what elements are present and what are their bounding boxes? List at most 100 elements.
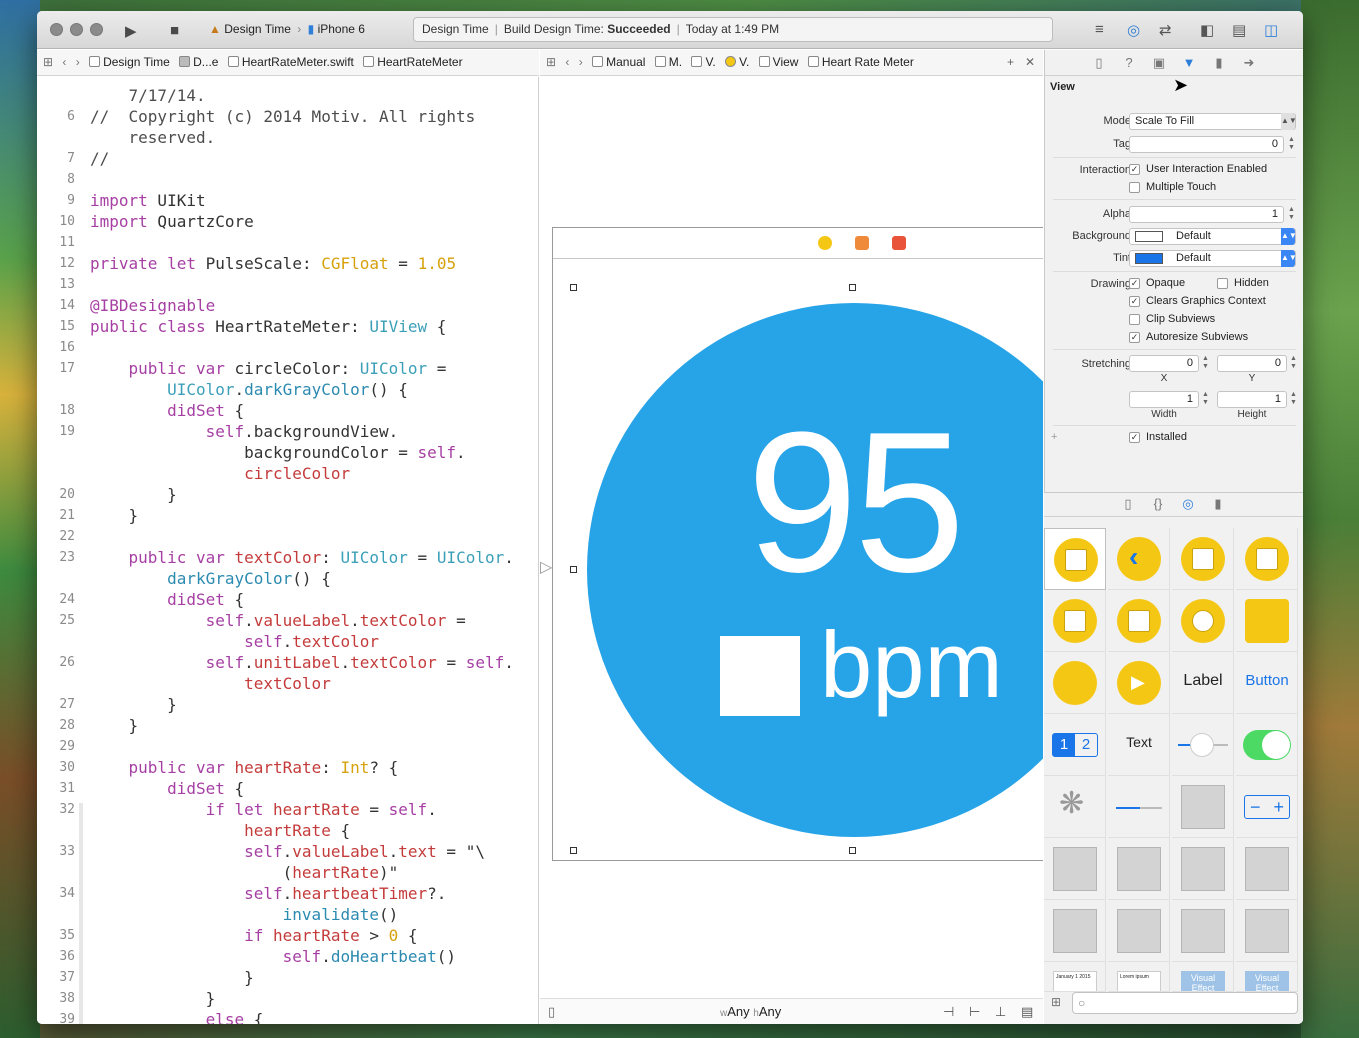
code-line[interactable]: self.textColor bbox=[37, 631, 537, 652]
clip-subviews-checkbox[interactable] bbox=[1129, 314, 1140, 325]
stretch-x-field[interactable]: 0 bbox=[1129, 355, 1199, 372]
table-view-controller-object[interactable] bbox=[1172, 528, 1234, 590]
code-line[interactable]: 6 // Copyright (c) 2014 Motiv. All rights bbox=[37, 106, 537, 127]
resolve-issues-icon[interactable]: ⊥ bbox=[995, 999, 1006, 1024]
activity-indicator-object[interactable]: ❋ bbox=[1044, 776, 1106, 838]
object-object[interactable] bbox=[1236, 590, 1298, 652]
code-line[interactable]: 30 public var heartRate: Int? { bbox=[37, 757, 537, 778]
code-snippet-icon[interactable]: {} bbox=[1150, 496, 1166, 512]
visual-effect-vibrancy-object[interactable]: Visual Effect bbox=[1236, 962, 1298, 992]
resizing-behavior-icon[interactable]: ▤ bbox=[1021, 999, 1033, 1024]
code-line[interactable]: 17 public var circleColor: UIColor = bbox=[37, 358, 537, 379]
code-line[interactable]: 7 // bbox=[37, 148, 537, 169]
code-line[interactable]: 10 import QuartzCore bbox=[37, 211, 537, 232]
stepper-object[interactable]: − + bbox=[1236, 776, 1298, 838]
utilities-toggle-icon[interactable]: ◫ bbox=[1264, 21, 1278, 39]
stretch-width-stepper[interactable]: ▲ ▼ bbox=[1201, 391, 1210, 408]
code-line[interactable]: 26 self.unitLabel.textColor = self. bbox=[37, 652, 537, 673]
scheme-selector[interactable]: ▲ Design Time › ▮ iPhone 6 bbox=[209, 22, 365, 36]
back-icon[interactable]: ‹ bbox=[565, 50, 569, 75]
label-object[interactable]: Label bbox=[1172, 652, 1234, 714]
size-class-control[interactable]: wAny hAny bbox=[720, 999, 781, 1024]
tint-popup[interactable]: Default ▲▼ bbox=[1129, 250, 1297, 267]
code-line[interactable]: 9 import UIKit bbox=[37, 190, 537, 211]
slider-object[interactable] bbox=[1172, 714, 1234, 776]
glkit-view-controller-object[interactable] bbox=[1172, 590, 1234, 652]
code-line[interactable]: reserved. bbox=[37, 127, 537, 148]
related-items-icon[interactable]: ⊞ bbox=[546, 50, 556, 75]
code-line[interactable]: 25 self.valueLabel.textColor = bbox=[37, 610, 537, 631]
view-object[interactable] bbox=[1236, 900, 1298, 962]
code-line[interactable]: 23 public var textColor: UIColor = UICol… bbox=[37, 547, 537, 568]
connections-inspector-icon[interactable]: ➜ bbox=[1241, 55, 1257, 71]
source-editor[interactable]: 7/17/14. 6 // Copyright (c) 2014 Motiv. Al… bbox=[37, 77, 539, 1024]
image-view-object[interactable] bbox=[1172, 838, 1234, 900]
file-template-icon[interactable]: ▯ bbox=[1120, 496, 1136, 512]
code-line[interactable]: 38 } bbox=[37, 988, 537, 1009]
code-line[interactable]: 21 } bbox=[37, 505, 537, 526]
code-line[interactable]: 13 bbox=[37, 274, 537, 295]
view-controller-dock-icon[interactable] bbox=[818, 236, 832, 250]
collection-reusable-view-object[interactable] bbox=[1108, 900, 1170, 962]
multiple-touch-checkbox[interactable] bbox=[1129, 182, 1140, 193]
stretch-y-stepper[interactable]: ▲ ▼ bbox=[1289, 355, 1298, 372]
code-line[interactable]: 12 private let PulseScale: CGFloat = 1.05 bbox=[37, 253, 537, 274]
navigator-toggle-icon[interactable]: ◧ bbox=[1200, 21, 1214, 39]
resize-handle[interactable] bbox=[570, 847, 577, 854]
jump-bar-item[interactable]: View bbox=[758, 50, 798, 75]
code-line[interactable]: 36 self.doHeartbeat() bbox=[37, 946, 537, 967]
code-line[interactable]: 14 @IBDesignable bbox=[37, 295, 537, 316]
jump-bar-item[interactable]: HeartRateMeter.swift bbox=[227, 50, 354, 75]
close-window-button[interactable] bbox=[50, 23, 63, 36]
zoom-window-button[interactable] bbox=[90, 23, 103, 36]
date-picker-object[interactable]: January 1 2015 bbox=[1044, 962, 1106, 992]
run-icon[interactable]: ▶ bbox=[125, 22, 137, 40]
first-responder-dock-icon[interactable] bbox=[855, 236, 869, 250]
code-line[interactable]: 33 self.valueLabel.text = "\ bbox=[37, 841, 537, 862]
installed-checkbox[interactable]: ✓ bbox=[1129, 432, 1140, 443]
jump-bar-item[interactable]: V. bbox=[725, 50, 749, 75]
resize-handle[interactable] bbox=[570, 566, 577, 573]
related-items-icon[interactable]: ⊞ bbox=[43, 50, 53, 75]
standard-editor-icon[interactable]: ≡ bbox=[1095, 21, 1104, 38]
code-line[interactable]: UIColor.darkGrayColor() { bbox=[37, 379, 537, 400]
code-line[interactable]: darkGrayColor() { bbox=[37, 568, 537, 589]
view-controller-object[interactable] bbox=[1044, 528, 1106, 590]
code-line[interactable]: backgroundColor = self. bbox=[37, 442, 537, 463]
code-line[interactable]: 39 else { bbox=[37, 1009, 537, 1024]
stop-icon[interactable]: ■ bbox=[170, 22, 179, 39]
code-line[interactable]: textColor bbox=[37, 673, 537, 694]
tag-stepper[interactable]: ▲ ▼ bbox=[1287, 136, 1296, 153]
page-view-controller-object[interactable] bbox=[1108, 590, 1170, 652]
object-library-icon[interactable]: ◎ bbox=[1180, 496, 1196, 512]
code-line[interactable]: 37 } bbox=[37, 967, 537, 988]
forward-icon[interactable]: › bbox=[579, 50, 583, 75]
code-line[interactable]: 32 if let heartRate = self. bbox=[37, 799, 537, 820]
document-outline-icon[interactable]: ▯ bbox=[548, 999, 555, 1024]
code-line[interactable]: 19 self.backgroundView. bbox=[37, 421, 537, 442]
jump-bar-item[interactable]: Manual bbox=[592, 50, 645, 75]
alpha-stepper[interactable]: ▲ ▼ bbox=[1287, 206, 1296, 223]
size-inspector-icon[interactable]: ▮ bbox=[1211, 55, 1227, 71]
code-line[interactable]: invalidate() bbox=[37, 904, 537, 925]
opaque-checkbox[interactable]: ✓ bbox=[1129, 278, 1140, 289]
stretch-x-stepper[interactable]: ▲ ▼ bbox=[1201, 355, 1210, 372]
code-line[interactable]: 29 bbox=[37, 736, 537, 757]
collection-view-object-2[interactable] bbox=[1236, 838, 1298, 900]
alpha-field[interactable]: 1 bbox=[1129, 206, 1284, 223]
grid-view-toggle-icon[interactable]: ⊞ bbox=[1051, 995, 1061, 1009]
code-line[interactable]: 7/17/14. bbox=[37, 85, 537, 106]
stretch-y-field[interactable]: 0 bbox=[1217, 355, 1287, 372]
stretch-height-stepper[interactable]: ▲ ▼ bbox=[1289, 391, 1298, 408]
collection-view-cell-object[interactable] bbox=[1044, 900, 1106, 962]
minimize-window-button[interactable] bbox=[70, 23, 83, 36]
media-library-icon[interactable]: ▮ bbox=[1210, 496, 1226, 512]
code-line[interactable]: heartRate { bbox=[37, 820, 537, 841]
resize-handle[interactable] bbox=[849, 847, 856, 854]
forward-icon[interactable]: › bbox=[76, 50, 80, 75]
code-line[interactable]: 35 if heartRate > 0 { bbox=[37, 925, 537, 946]
jump-bar-item[interactable]: V. bbox=[691, 50, 716, 75]
jump-bar-item[interactable]: M. bbox=[654, 50, 682, 75]
code-line[interactable]: 8 bbox=[37, 169, 537, 190]
page-control-object[interactable] bbox=[1172, 776, 1234, 838]
